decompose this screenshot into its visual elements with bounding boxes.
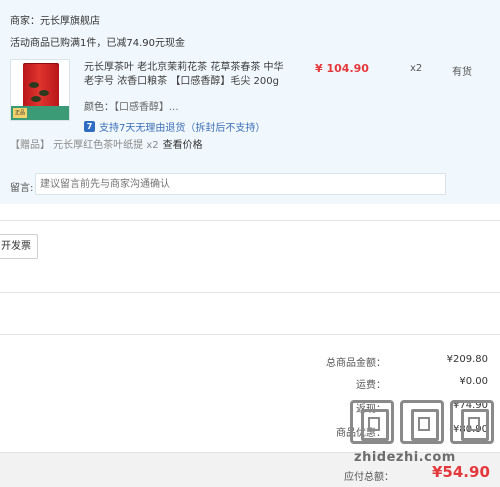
message-label: 留言: <box>10 183 34 194</box>
divider <box>0 292 500 293</box>
summary-label: 总商品金额： <box>326 358 386 369</box>
authentic-tag: 正品 <box>13 108 27 118</box>
summary-value: ¥0.00 <box>459 376 488 387</box>
stock-status: 有货 <box>452 67 472 78</box>
invoice-button[interactable]: 开发票 <box>0 234 38 259</box>
payable-label: 应付总额： <box>344 472 394 483</box>
product-price: ¥ 104.90 <box>315 62 369 75</box>
summary-shipping: 运费： ¥0.00 <box>300 376 490 391</box>
product-quantity: x2 <box>410 63 423 74</box>
service-text: 支持7天无理由退货（拆封后不支持） <box>99 123 266 134</box>
message-input[interactable] <box>35 173 446 195</box>
promo-notice: 活动商品已购满1件，已减74.90元现金 <box>10 38 185 49</box>
product-thumbnail[interactable]: 正品 <box>10 59 70 121</box>
watermark-glyph-icon <box>400 400 444 444</box>
order-card: 商家：元长厚旗舰店 活动商品已购满1件，已减74.90元现金 正品 元长厚茶叶 … <box>0 0 500 204</box>
service-badge-icon: 7 <box>84 121 95 132</box>
tea-leaf-icon <box>29 82 39 88</box>
watermark-text: zhidezhi.com <box>354 450 456 465</box>
summary-label: 运费： <box>356 380 386 391</box>
shop-name[interactable]: 商家：元长厚旗舰店 <box>10 12 100 27</box>
tea-leaf-icon <box>39 90 49 96</box>
watermark-glyph-icon <box>350 400 394 444</box>
attribute-value: 【口感香醇】... <box>114 102 179 113</box>
summary-total-goods: 总商品金额： ¥209.80 <box>300 354 490 369</box>
product-title[interactable]: 元长厚茶叶 老北京茉莉花茶 花草茶春茶 中华老字号 浓香口粮茶 【口感香醇】毛尖… <box>84 61 284 89</box>
product-attribute: 颜色：【口感香醇】... <box>84 98 179 113</box>
gift-line: 【赠品】 元长厚红色茶叶纸提 x2 查看价格 <box>10 136 203 151</box>
summary-value: ¥209.80 <box>446 354 488 365</box>
watermark-glyph-icon <box>450 400 494 444</box>
gift-text: 【赠品】 元长厚红色茶叶纸提 x2 <box>10 140 159 151</box>
attribute-label: 颜色： <box>84 102 114 113</box>
divider <box>0 334 500 335</box>
tea-leaf-icon <box>31 96 41 102</box>
site-watermark: zhidezhi.com <box>350 400 500 470</box>
view-price-link[interactable]: 查看价格 <box>163 140 203 151</box>
return-service[interactable]: 7 支持7天无理由退货（拆封后不支持） <box>84 119 265 134</box>
divider <box>0 220 500 221</box>
